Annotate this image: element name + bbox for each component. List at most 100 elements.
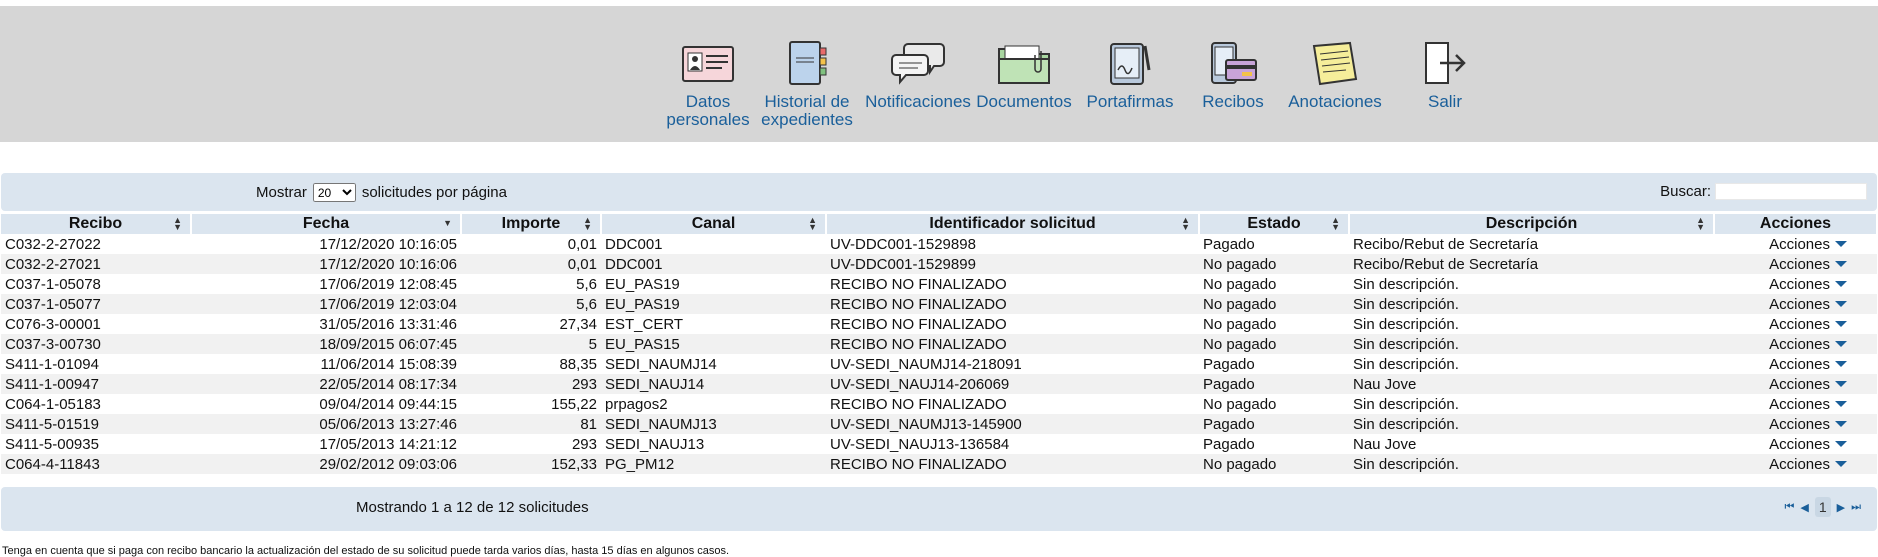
cell-importe: 155,22 [551,395,597,413]
nav-label: Salir [1427,92,1462,111]
caret-down-icon [1835,460,1847,467]
nav-datos-personales[interactable]: Datos personales [664,37,752,129]
table-row: C064-4-11843 29/02/2012 09:03:06 152,33 PG_… [1,454,1877,474]
nav-label: Notificaciones [865,92,971,111]
nav-portafirmas[interactable]: Portafirmas [1074,37,1186,111]
cell-fecha: 11/06/2014 15:08:39 [320,355,457,373]
table-row: S411-5-00935 17/05/2013 14:21:12 293 SEDI_N… [1,434,1877,454]
cell-identificador: RECIBO NO FINALIZADO [826,334,1199,354]
nav-notificaciones[interactable]: Notificaciones [862,37,974,111]
id-card-icon [678,37,738,89]
actions-dropdown[interactable]: Acciones [1769,356,1847,373]
caret-down-icon [1835,240,1847,247]
cell-importe: 27,34 [559,315,597,333]
column-header-importe[interactable]: Importe ▲ ▼ [461,214,602,234]
cell-fecha: 17/05/2013 14:21:12 [319,435,457,453]
actions-dropdown[interactable]: Acciones [1769,456,1847,473]
table-row: C037-1-05078 17/06/2019 12:08:45 5,6 EU_PAS… [1,274,1877,294]
cell-identificador: UV-DDC001-1529898 [830,235,976,253]
cell-identificador: RECIBO NO FINALIZADO [830,275,1007,293]
actions-dropdown[interactable]: Acciones [1769,396,1847,413]
actions-dropdown[interactable]: Acciones [1769,416,1847,433]
actions-dropdown[interactable]: Acciones [1769,236,1847,253]
table-toolbar: Mostrar 102050100 solicitudes por página… [1,173,1877,211]
page-number-button[interactable]: 1 [1814,497,1831,517]
cell-acciones: Acciones [1714,454,1877,474]
cell-importe: 5,6 [576,275,597,293]
cell-fecha: 05/06/2013 13:27:46 [191,414,461,434]
column-header-estado[interactable]: Estado ▲ ▼ [1199,214,1350,234]
cell-descripcion: Sin descripción. [1353,315,1459,333]
cell-descripcion: Sin descripción. [1353,395,1459,413]
cell-canal: SEDI_NAUJ14 [601,374,826,394]
actions-dropdown[interactable]: Acciones [1769,256,1847,273]
exit-icon [1415,37,1475,89]
cell-importe: 5 [461,334,601,354]
cell-fecha: 18/09/2015 06:07:45 [191,334,461,354]
nav-label: Documentos [976,92,1072,111]
actions-dropdown[interactable]: Acciones [1769,376,1847,393]
caret-down-icon [1835,380,1847,387]
previous-page-icon[interactable]: ◀ [1800,501,1808,514]
cell-descripcion: Sin descripción. [1349,334,1714,354]
column-header-canal[interactable]: Canal ▲ ▼ [601,214,827,234]
cell-recibo: C032-2-27022 [5,235,101,253]
first-page-icon[interactable]: ⏮ [1784,501,1794,514]
caret-down-icon [1835,340,1847,347]
nav-recibos[interactable]: Recibos [1186,37,1280,111]
cell-descripcion: Nau Jove [1353,435,1417,453]
cell-importe: 0,01 [461,254,601,274]
signature-tablet-icon [1100,37,1160,89]
nav-documentos[interactable]: Documentos [974,37,1074,111]
cell-estado: Pagado [1203,355,1255,373]
cell-acciones: Acciones [1714,434,1877,454]
actions-dropdown[interactable]: Acciones [1769,296,1847,313]
column-header-recibo[interactable]: Recibo ▲ ▼ [1,214,192,234]
sort-desc-icon: ▼ [443,218,452,228]
sort-icon: ▲ ▼ [583,215,592,232]
cell-estado: No pagado [1199,334,1349,354]
actions-label: Acciones [1769,315,1830,333]
actions-dropdown[interactable]: Acciones [1769,336,1847,353]
column-header-fecha[interactable]: Fecha ▼ [191,214,462,234]
cell-acciones: Acciones [1714,254,1877,274]
cell-recibo: S411-5-00935 [5,435,99,453]
table-row: C064-1-05183 09/04/2014 09:44:15 155,22 prp… [1,394,1877,414]
cell-canal: DDC001 [601,254,826,274]
page-size-select[interactable]: 102050100 [312,183,356,202]
cell-canal: EU_PAS19 [605,275,680,293]
actions-dropdown[interactable]: Acciones [1769,276,1847,293]
cell-descripcion: Sin descripción. [1349,454,1714,474]
cell-acciones: Acciones [1714,314,1877,334]
nav-anotaciones[interactable]: Anotaciones [1280,37,1390,111]
cell-fecha: 29/02/2012 09:03:06 [191,454,461,474]
nav-salir[interactable]: Salir [1390,37,1500,111]
actions-label: Acciones [1769,335,1830,353]
cell-identificador: UV-DDC001-1529899 [826,254,1199,274]
sort-icon: ▲ ▼ [1331,215,1340,232]
cell-recibo: S411-1-00947 [1,374,191,394]
sort-icon: ▲ ▼ [1696,215,1705,232]
cell-recibo: C064-4-11843 [1,454,191,474]
table-footer: Mostrando 1 a 12 de 12 solicitudes ⏮ ◀ 1… [1,487,1877,531]
column-header-descripcion[interactable]: Descripción ▲ ▼ [1349,214,1715,234]
cell-acciones: Acciones [1714,294,1877,314]
actions-dropdown[interactable]: Acciones [1769,316,1847,333]
column-header-identificador[interactable]: Identificador solicitud ▲ ▼ [826,214,1200,234]
sort-icon: ▲ ▼ [1181,215,1190,232]
cell-canal: SEDI_NAUMJ13 [601,414,826,434]
search-input[interactable] [1715,183,1867,200]
receipts-table: Recibo ▲ ▼ Fecha ▼ Importe ▲ ▼ Canal ▲ ▼ Identi… [1,214,1878,474]
next-page-icon[interactable]: ▶ [1837,501,1845,514]
cell-estado: No pagado [1203,315,1277,333]
cell-fecha: 17/12/2020 10:16:06 [191,254,461,274]
table-row: C037-1-05077 17/06/2019 12:03:04 5,6 EU_PAS… [1,294,1877,314]
actions-label: Acciones [1769,295,1830,313]
actions-dropdown[interactable]: Acciones [1769,436,1847,453]
last-page-icon[interactable]: ⏭ [1851,501,1861,514]
cell-canal: DDC001 [605,235,663,253]
sort-icon: ▲ ▼ [173,215,182,232]
cell-recibo: C037-3-00730 [1,334,191,354]
nav-label: Datos personales [666,92,750,129]
nav-historial-expedientes[interactable]: Historial de expedientes [752,37,862,129]
